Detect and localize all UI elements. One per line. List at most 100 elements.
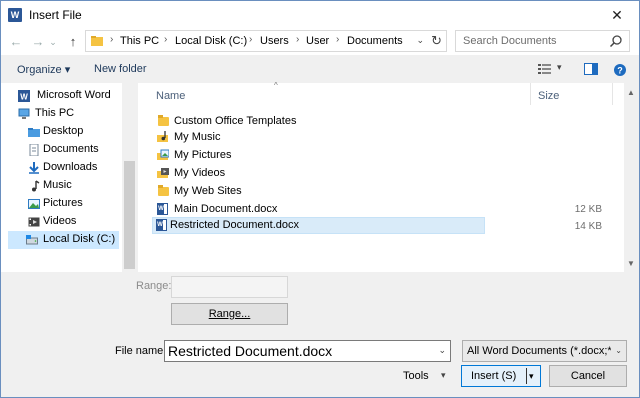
downloads-icon xyxy=(29,162,39,174)
column-divider[interactable] xyxy=(530,83,531,105)
cancel-button-label: Cancel xyxy=(570,370,606,382)
nav-item-label: Local Disk (C:) xyxy=(43,233,116,245)
chevron-down-icon[interactable]: ⌄ xyxy=(438,345,446,356)
file-name: Restricted Document.docx xyxy=(170,219,299,231)
forward-arrow-icon: → xyxy=(31,34,45,49)
word-doc-icon xyxy=(157,203,168,215)
address-bar[interactable]: › This PC › Local Disk (C:) › Users › Us… xyxy=(85,30,447,52)
tools-label: Tools xyxy=(403,370,429,382)
search-box[interactable]: Search Documents xyxy=(455,30,630,52)
insert-button[interactable]: Insert (S) ▾ xyxy=(461,365,541,387)
breadcrumb-documents[interactable]: Documents xyxy=(347,35,403,47)
recent-locations-button[interactable]: ⌄ xyxy=(48,33,58,51)
nav-item-label: Downloads xyxy=(43,161,98,173)
chevron-down-icon: ⌄ xyxy=(615,346,622,355)
nav-item-local-disk[interactable]: Local Disk (C:) xyxy=(8,231,119,249)
file-row-custom-office-templates[interactable]: Custom Office Templates xyxy=(154,113,484,130)
close-icon: ✕ xyxy=(611,7,623,23)
nav-item-label: Videos xyxy=(43,215,77,227)
music-icon xyxy=(32,180,40,192)
pictures-folder-icon xyxy=(157,149,169,160)
file-row-my-videos[interactable]: My Videos xyxy=(154,165,484,182)
view-options-icon[interactable] xyxy=(538,63,552,75)
range-input[interactable] xyxy=(171,276,288,298)
folder-icon xyxy=(158,185,169,196)
nav-item-desktop[interactable]: Desktop xyxy=(1,123,121,141)
file-name: My Music xyxy=(174,131,221,143)
nav-item-this-pc[interactable]: This PC xyxy=(1,105,121,123)
navigation-pane: W Microsoft Word This PC Desktop Documen… xyxy=(1,83,137,272)
music-folder-icon xyxy=(157,131,168,142)
file-name-field[interactable]: ⌄ xyxy=(164,340,451,362)
breadcrumb-user[interactable]: User xyxy=(306,35,329,47)
organize-button[interactable]: Organize ▾ xyxy=(17,63,70,76)
file-size: 12 KB xyxy=(574,204,602,215)
insert-split-divider xyxy=(526,368,527,384)
file-type-select[interactable]: All Word Documents (*.docx;*.d ⌄ xyxy=(462,340,627,362)
file-row-main-document[interactable]: Main Document.docx xyxy=(154,201,484,218)
file-type-value: All Word Documents (*.docx;*.d xyxy=(467,345,611,357)
insert-dropdown-icon[interactable]: ▾ xyxy=(529,366,534,386)
scrollbar-thumb[interactable] xyxy=(124,161,135,269)
close-button[interactable]: ✕ xyxy=(595,1,639,29)
up-arrow-icon: ↑ xyxy=(69,34,77,49)
scroll-up-icon[interactable]: ▲ xyxy=(627,88,635,97)
nav-item-videos[interactable]: Videos xyxy=(1,213,121,231)
nav-item-label: Microsoft Word xyxy=(37,89,111,101)
file-list-scrollbar[interactable]: ▲ ▼ xyxy=(624,83,639,272)
file-name: Main Document.docx xyxy=(174,203,278,215)
column-header-size[interactable]: Size xyxy=(538,90,559,102)
back-button[interactable]: ← xyxy=(7,33,25,51)
file-row-restricted-document[interactable]: Restricted Document.docx xyxy=(152,217,485,234)
file-name: Custom Office Templates xyxy=(174,115,297,127)
nav-item-label: Music xyxy=(43,179,72,191)
file-row-my-music[interactable]: My Music xyxy=(154,129,484,146)
nav-item-documents[interactable]: Documents xyxy=(1,141,121,159)
range-button-label: Range... xyxy=(208,308,251,320)
navigation-bar: ← → ⌄ ↑ › This PC › Local Disk (C:) › Us… xyxy=(1,29,639,55)
file-name-input[interactable] xyxy=(165,341,430,361)
preview-pane-icon[interactable] xyxy=(584,63,598,75)
breadcrumb-separator: › xyxy=(164,34,168,45)
refresh-icon[interactable]: ↻ xyxy=(431,33,442,49)
nav-item-label: Desktop xyxy=(43,125,84,137)
range-button[interactable]: Range... xyxy=(171,303,288,325)
file-row-my-web-sites[interactable]: My Web Sites xyxy=(154,183,484,200)
address-dropdown-icon[interactable]: ⌄ xyxy=(416,35,424,46)
tools-menu[interactable]: Tools xyxy=(403,370,429,382)
title-bar: W Insert File ✕ xyxy=(1,1,639,29)
new-folder-button[interactable]: New folder xyxy=(94,63,147,75)
file-name: My Videos xyxy=(174,167,226,179)
forward-button[interactable]: → xyxy=(29,33,47,51)
navigation-pane-scrollbar[interactable] xyxy=(122,83,137,272)
sort-ascending-icon: ^ xyxy=(274,81,278,90)
breadcrumb-this-pc[interactable]: This PC xyxy=(120,35,159,47)
computer-icon xyxy=(18,108,30,119)
word-icon: W xyxy=(8,8,22,22)
svg-text:W: W xyxy=(20,93,28,102)
range-label: Range: xyxy=(136,280,172,292)
view-menu-dropdown-icon[interactable]: ▾ xyxy=(557,62,562,73)
nav-item-music[interactable]: Music xyxy=(1,177,121,195)
nav-item-pictures[interactable]: Pictures xyxy=(1,195,121,213)
nav-item-label: Documents xyxy=(43,143,99,155)
file-row-my-pictures[interactable]: My Pictures xyxy=(154,147,484,164)
tools-dropdown-icon[interactable]: ▾ xyxy=(441,370,446,381)
breadcrumb-users[interactable]: Users xyxy=(260,35,289,47)
drive-icon xyxy=(26,235,38,245)
nav-item-downloads[interactable]: Downloads xyxy=(1,159,121,177)
column-divider[interactable] xyxy=(612,83,613,105)
column-header-name[interactable]: Name xyxy=(156,90,185,102)
word-icon: W xyxy=(18,90,30,102)
breadcrumb-local-disk[interactable]: Local Disk (C:) xyxy=(175,35,247,47)
scroll-down-icon[interactable]: ▼ xyxy=(627,259,635,268)
nav-item-microsoft-word[interactable]: W Microsoft Word xyxy=(1,87,121,105)
svg-text:?: ? xyxy=(617,66,623,76)
search-placeholder: Search Documents xyxy=(463,35,557,47)
file-name: My Pictures xyxy=(174,149,232,161)
word-doc-icon xyxy=(156,219,167,231)
up-button[interactable]: ↑ xyxy=(64,33,82,51)
help-icon[interactable]: ? xyxy=(613,63,627,77)
breadcrumb-separator: › xyxy=(336,34,340,45)
cancel-button[interactable]: Cancel xyxy=(549,365,627,387)
